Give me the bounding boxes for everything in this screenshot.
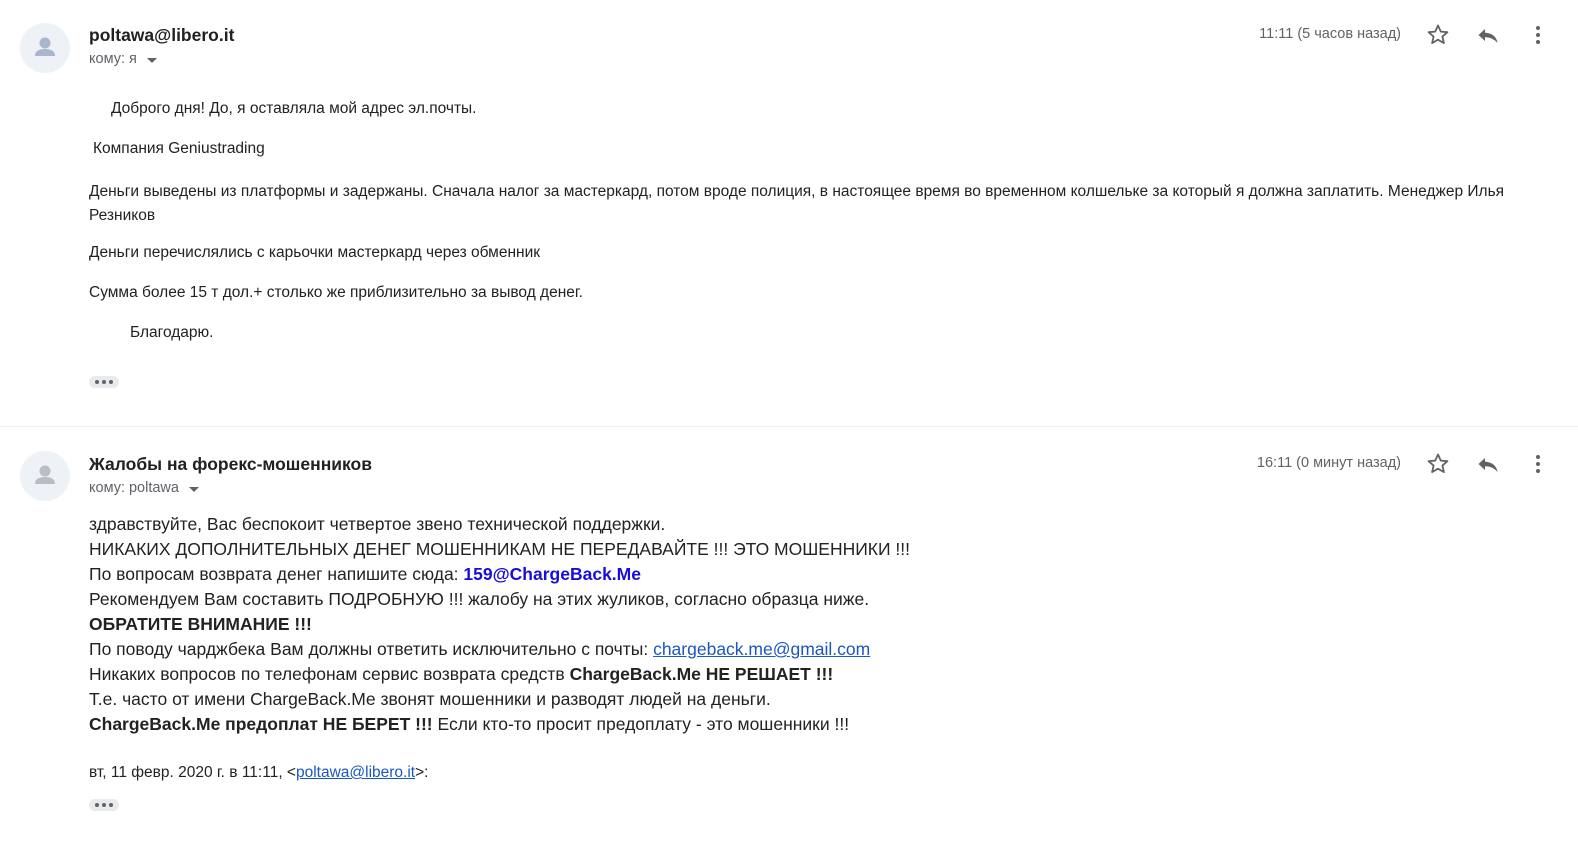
chargeback-email-link[interactable]: 159@ChargeBack.Me	[463, 564, 641, 584]
more-vert-icon	[1536, 26, 1540, 44]
message-body: здравствуйте, Вас беспокоит четвертое зв…	[89, 512, 910, 737]
reply-button[interactable]	[1474, 450, 1502, 478]
body-line-3: По вопросам возврата денег напишите сюда…	[89, 562, 910, 587]
body-line-8: Т.е. часто от имени ChargeBack.Me звонят…	[89, 689, 771, 709]
body-line-4: Рекомендуем Вам составить ПОДРОБНУЮ !!! …	[89, 589, 870, 609]
body-line-6-text: По поводу чарджбека Вам должны ответить …	[89, 639, 654, 659]
recipient-name: poltawa	[128, 480, 179, 496]
ellipsis-dot	[102, 803, 106, 807]
show-trimmed-content-button[interactable]	[89, 799, 119, 811]
sender-name[interactable]: poltawa@libero.it	[89, 25, 234, 46]
recipient-dropdown[interactable]: кому: poltawa	[89, 480, 199, 496]
body-line-7: Никаких вопросов по телефонам сервис воз…	[89, 662, 910, 687]
more-options-button[interactable]	[1524, 450, 1552, 478]
sender-name[interactable]: Жалобы на форекс-мошенников	[89, 454, 372, 475]
recipient-prefix: кому:	[89, 480, 125, 496]
body-line-6: По поводу чарджбека Вам должны ответить …	[89, 637, 910, 662]
recipient-dropdown[interactable]: кому: я	[89, 51, 157, 67]
body-thanks: Благодарю.	[130, 324, 214, 341]
body-line-9: ChargeBack.Me предоплат НЕ БЕРЕТ !!! Есл…	[89, 712, 910, 737]
body-company: Компания Geniustrading	[93, 140, 265, 157]
gmail-email-link[interactable]: chargeback.me@gmail.com	[653, 639, 870, 659]
quote-suffix: >:	[415, 764, 429, 781]
body-line-2: НИКАКИХ ДОПОЛНИТЕЛЬНЫХ ДЕНЕГ МОШЕННИКАМ …	[89, 539, 911, 559]
ellipsis-dot	[95, 803, 99, 807]
star-button[interactable]	[1424, 450, 1452, 478]
body-amount: Сумма более 15 т дол.+ столько же прибли…	[89, 284, 583, 301]
body-transfer: Деньги перечислялись с карьочки мастерка…	[89, 244, 541, 261]
chevron-down-icon[interactable]	[188, 486, 199, 492]
show-trimmed-content-button[interactable]	[89, 376, 119, 388]
quote-header: вт, 11 февр. 2020 г. в 11:11, <poltawa@l…	[89, 764, 428, 782]
body-line-7-text: Никаких вопросов по телефонам сервис воз…	[89, 664, 570, 684]
star-icon	[1427, 453, 1449, 473]
star-icon	[1427, 24, 1449, 44]
more-vert-icon	[1536, 455, 1540, 473]
body-line-1: здравствуйте, Вас беспокоит четвертое зв…	[89, 514, 666, 534]
body-line-9-text: Если кто-то просит предоплату - это моше…	[432, 714, 850, 734]
reply-icon	[1478, 458, 1498, 472]
body-line-9-bold: ChargeBack.Me предоплат НЕ БЕРЕТ !!!	[89, 714, 433, 734]
body-greeting: Доброго дня! До, я оставляла мой адрес э…	[111, 100, 477, 117]
body-line-7-bold: ChargeBack.Me НЕ РЕШАЕТ !!!	[569, 664, 834, 684]
email-message-2: Жалобы на форекс-мошенников кому: poltaw…	[0, 427, 1578, 849]
quote-email-link[interactable]: poltawa@libero.it	[296, 764, 415, 781]
quote-prefix: вт, 11 февр. 2020 г. в 11:11, <	[89, 764, 296, 781]
chevron-down-icon[interactable]	[146, 57, 157, 63]
body-line-3-text: По вопросам возврата денег напишите сюда…	[89, 564, 464, 584]
ellipsis-dot	[109, 803, 113, 807]
avatar-icon	[20, 451, 70, 501]
reply-icon	[1478, 29, 1498, 43]
message-timestamp: 11:11 (5 часов назад)	[1259, 26, 1401, 42]
body-paragraph: Деньги выведены из платформы и задержаны…	[89, 183, 1505, 224]
message-timestamp: 16:11 (0 минут назад)	[1256, 455, 1401, 471]
ellipsis-dot	[102, 380, 106, 384]
avatar-icon	[20, 23, 70, 73]
ellipsis-dot	[109, 380, 113, 384]
more-options-button[interactable]	[1524, 21, 1552, 49]
recipient-name: я	[128, 51, 137, 67]
email-message-1: poltawa@libero.it кому: я 11:11 (5 часов…	[0, 0, 1578, 427]
reply-button[interactable]	[1474, 21, 1502, 49]
recipient-prefix: кому:	[89, 51, 125, 67]
star-button[interactable]	[1424, 21, 1452, 49]
ellipsis-dot	[95, 380, 99, 384]
body-line-5-warning: ОБРАТИТЕ ВНИМАНИЕ !!!	[89, 614, 312, 634]
